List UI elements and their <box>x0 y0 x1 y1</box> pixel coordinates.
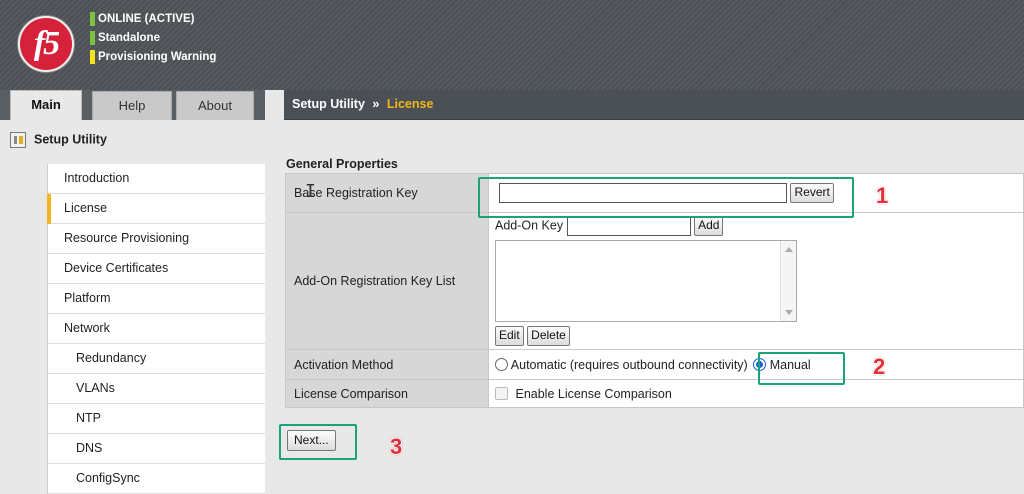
addon-key-listbox[interactable] <box>495 240 797 322</box>
sidebar-title[interactable]: Setup Utility <box>10 132 107 148</box>
listbox-scrollbar[interactable] <box>780 241 796 321</box>
status-online-label: ONLINE (ACTIVE) <box>98 13 195 25</box>
sidebar-item-device-certificates[interactable]: Device Certificates <box>48 254 265 284</box>
license-comparison-label: License Comparison <box>285 379 489 408</box>
addon-key-cell: Add-On Key Add Edit Delete <box>488 212 1024 350</box>
sidebar-title-label: Setup Utility <box>34 132 107 147</box>
general-properties-table: Base Registration Key Revert Add-On Regi… <box>285 173 1024 408</box>
revert-button[interactable]: Revert <box>790 183 834 203</box>
sidebar-item-ntp[interactable]: NTP <box>48 404 265 434</box>
annotation-number-2: 2 <box>873 354 886 379</box>
radio-manual[interactable] <box>753 357 767 371</box>
f5-logo: f5 <box>18 16 74 72</box>
status-indicator-bar <box>90 31 95 45</box>
sidebar-item-vlans[interactable]: VLANs <box>48 374 265 404</box>
tab-help[interactable]: Help <box>92 91 172 121</box>
comparison-cell: Enable License Comparison <box>488 379 1024 408</box>
annotation-number-3: 3 <box>390 434 403 459</box>
base-key-cell: Revert <box>488 173 1024 213</box>
next-button[interactable]: Next... <box>287 430 336 451</box>
sidebar: Setup Utility Introduction License Resou… <box>0 120 265 494</box>
status-standalone: Standalone <box>90 30 160 46</box>
sidebar-item-license[interactable]: License <box>47 194 265 224</box>
tab-about[interactable]: About <box>176 91 254 121</box>
activation-method-label: Activation Method <box>285 349 489 380</box>
enable-license-comparison-checkbox[interactable] <box>495 386 508 400</box>
breadcrumb-current: License <box>386 97 434 111</box>
row-base-registration-key: Base Registration Key Revert <box>285 173 1024 213</box>
addon-key-line: Add-On Key Add <box>495 216 1022 236</box>
add-button[interactable]: Add <box>694 216 724 236</box>
sidebar-item-resource-provisioning[interactable]: Resource Provisioning <box>48 224 265 254</box>
addon-key-label: Add-On Key <box>495 218 564 233</box>
delete-button[interactable]: Delete <box>527 326 570 346</box>
status-standalone-label: Standalone <box>98 32 160 44</box>
row-activation-method: Activation Method Automatic (requires ou… <box>285 349 1024 380</box>
row-license-comparison: License Comparison Enable License Compar… <box>285 379 1024 408</box>
addon-key-list-label: Add-On Registration Key List <box>285 212 489 350</box>
addon-actions: Edit Delete <box>495 326 1022 346</box>
sidebar-item-platform[interactable]: Platform <box>48 284 265 314</box>
breadcrumb-root[interactable]: Setup Utility <box>292 97 365 111</box>
radio-automatic-label[interactable]: Automatic (requires outbound connectivit… <box>511 358 748 372</box>
breadcrumb: Setup Utility » License <box>284 90 1024 120</box>
breadcrumb-separator: » <box>372 97 380 111</box>
sidebar-item-configsync[interactable]: ConfigSync <box>48 464 265 494</box>
row-addon-keys: Add-On Registration Key List Add-On Key … <box>285 212 1024 350</box>
edit-button[interactable]: Edit <box>495 326 524 346</box>
text-cursor-icon: I <box>305 181 316 202</box>
sidebar-item-network[interactable]: Network <box>48 314 265 344</box>
radio-automatic[interactable] <box>495 357 508 371</box>
addon-key-input[interactable] <box>566 216 691 236</box>
radio-manual-label[interactable]: Manual <box>770 358 811 372</box>
scroll-down-icon[interactable] <box>785 310 793 315</box>
status-online: ONLINE (ACTIVE) <box>90 11 194 27</box>
enable-license-comparison-label[interactable]: Enable License Comparison <box>515 387 671 401</box>
status-provisioning-warning[interactable]: Provisioning Warning <box>90 49 216 65</box>
base-key-label: Base Registration Key <box>285 173 489 213</box>
activation-cell: Automatic (requires outbound connectivit… <box>488 349 1024 380</box>
status-provisioning-label[interactable]: Provisioning Warning <box>98 51 216 63</box>
status-indicator-bar <box>90 50 95 64</box>
sidebar-menu: Introduction License Resource Provisioni… <box>47 164 265 494</box>
setup-utility-icon <box>10 132 26 148</box>
scroll-up-icon[interactable] <box>785 247 793 252</box>
sidebar-item-redundancy[interactable]: Redundancy <box>48 344 265 374</box>
annotation-number-1: 1 <box>876 183 889 208</box>
sidebar-item-introduction[interactable]: Introduction <box>48 164 265 194</box>
sidebar-item-dns[interactable]: DNS <box>48 434 265 464</box>
status-indicator-bar <box>90 12 95 26</box>
base-registration-key-input[interactable] <box>499 183 787 203</box>
section-title: General Properties <box>286 157 398 171</box>
app-header: f5 ONLINE (ACTIVE) Standalone Provisioni… <box>0 0 1024 90</box>
tab-main[interactable]: Main <box>10 90 82 120</box>
